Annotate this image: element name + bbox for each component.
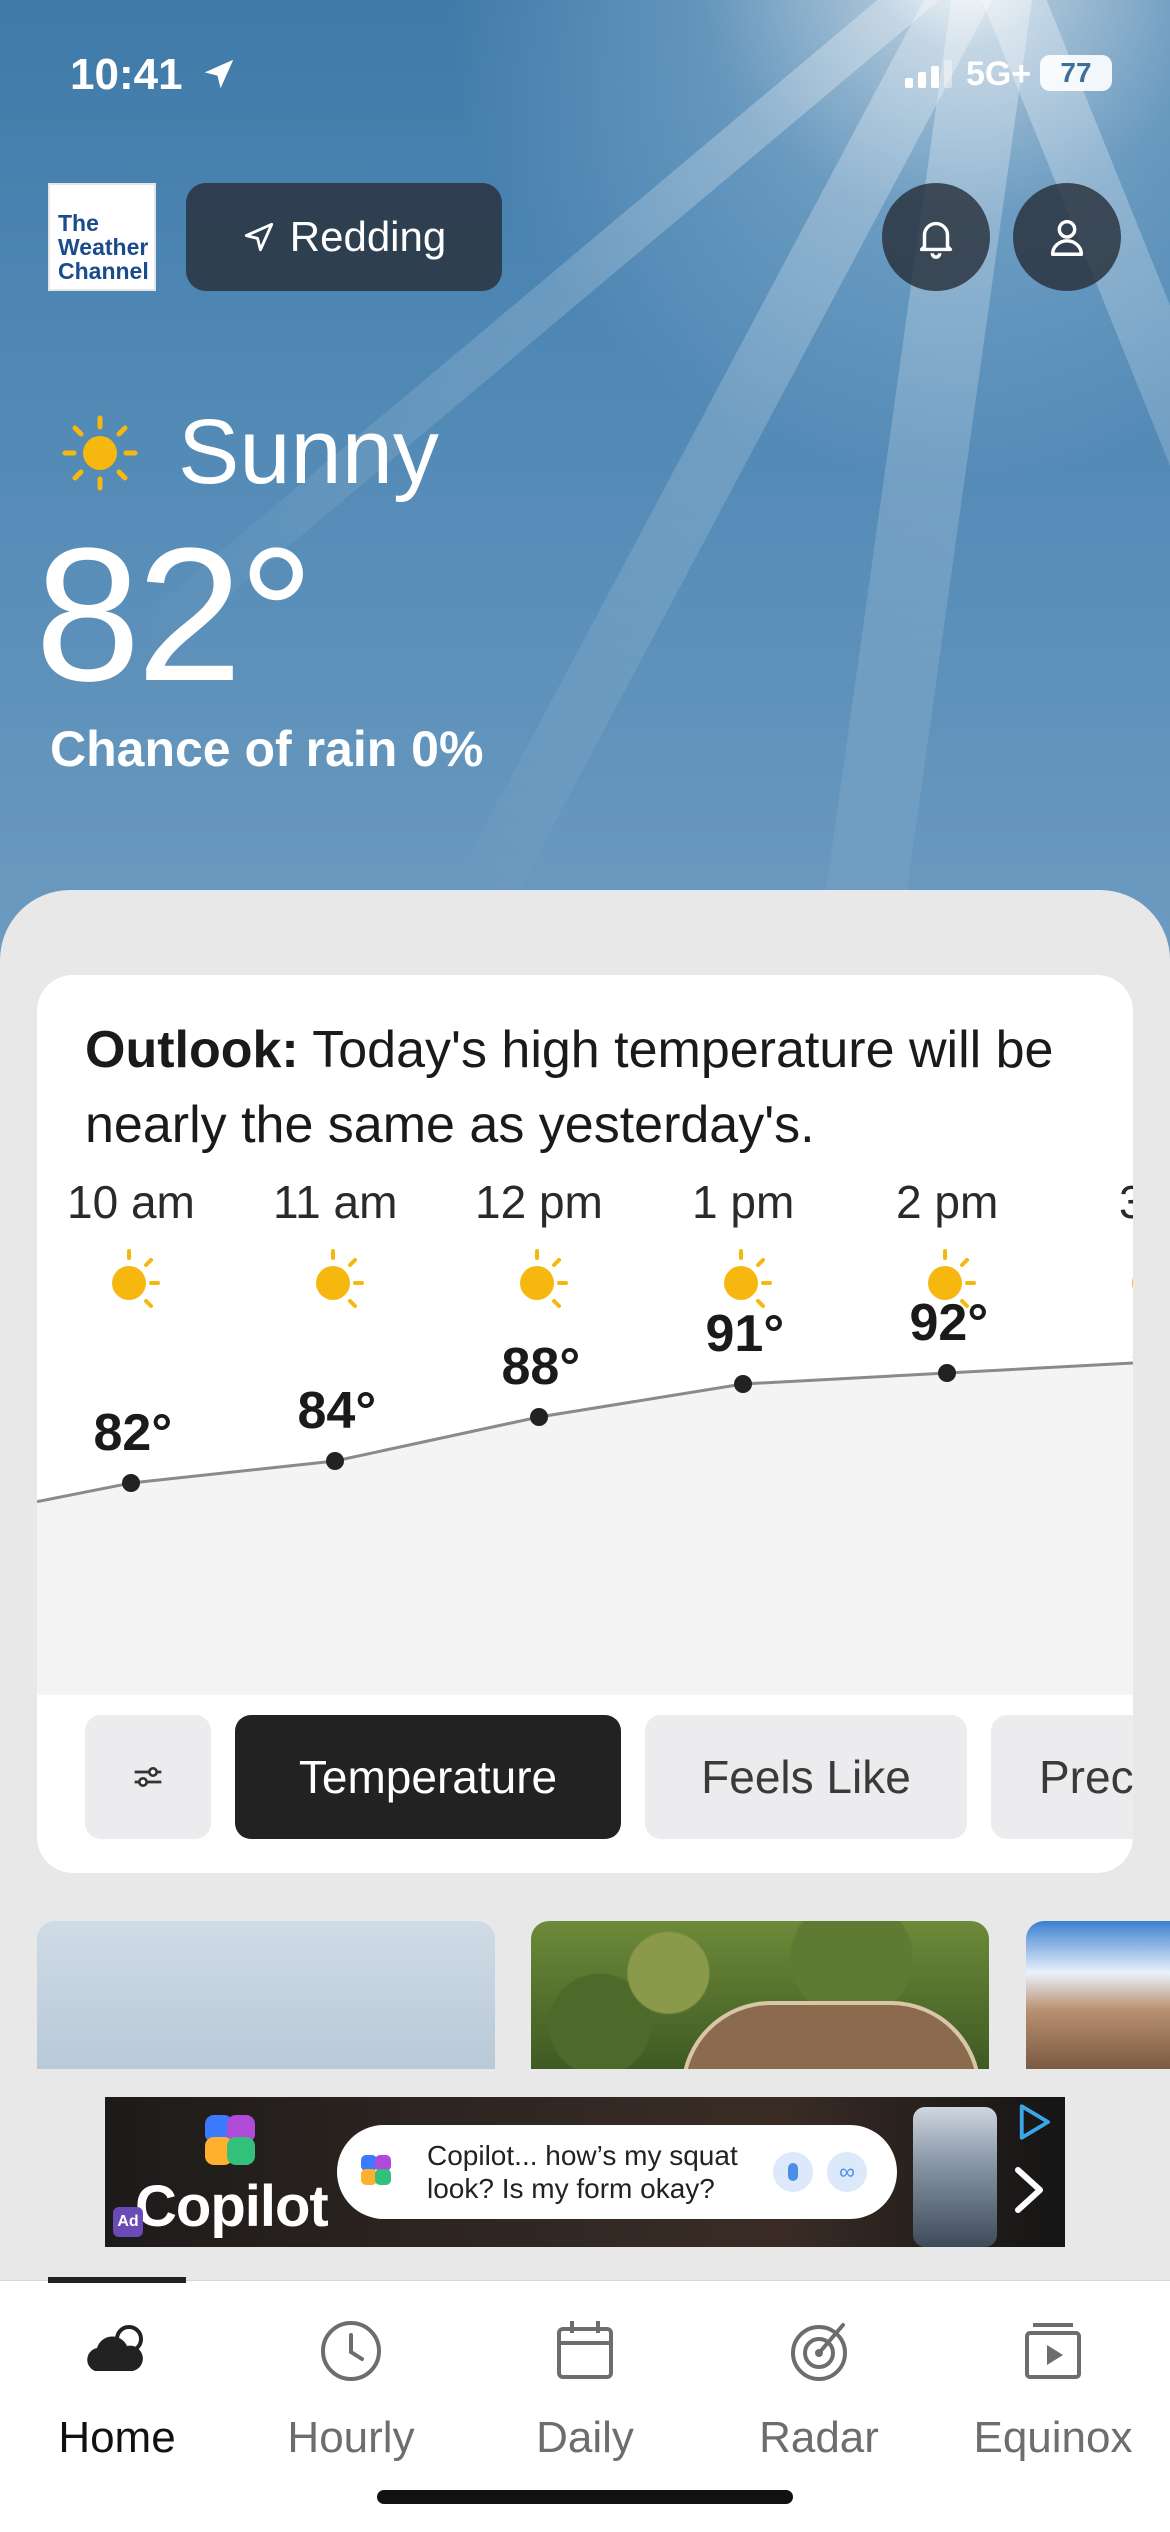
sliders-icon	[134, 1767, 162, 1788]
hour-label: 1 pm	[692, 1176, 795, 1228]
ad-banner[interactable]: Copilot Ad Copilot... how’s my squat loo…	[105, 2097, 1065, 2247]
temperature-point	[734, 1375, 752, 1393]
chip-temperature[interactable]: Temperature	[235, 1715, 621, 1839]
hour-label: 2 pm	[896, 1176, 999, 1228]
weather-channel-logo[interactable]: The Weather Channel	[48, 183, 156, 291]
hour-temperature: 91°	[705, 1305, 785, 1363]
sun-icon	[1132, 1277, 1133, 1289]
trend-area	[37, 1356, 1133, 1695]
rain-chance: Chance of rain 0%	[50, 721, 484, 777]
status-bar: 10:41 5G+ 77	[0, 0, 1170, 140]
location-name: Redding	[289, 213, 447, 260]
calendar-icon	[557, 2321, 613, 2379]
ad-prompt-bubble: Copilot... how’s my squat look? Is my fo…	[337, 2125, 897, 2219]
hour-label: 3	[1119, 1176, 1133, 1228]
tab-label: Radar	[759, 2413, 879, 2462]
video-thumbnail-sky[interactable]	[37, 1921, 495, 2069]
tab-daily[interactable]: Daily	[468, 2311, 702, 2501]
signal-icon	[905, 60, 952, 88]
tab-home[interactable]: Home	[0, 2311, 234, 2501]
notifications-button[interactable]	[882, 183, 990, 291]
battery-icon: 77	[1040, 55, 1112, 91]
hour-label: 11 am	[273, 1176, 398, 1228]
hour-label: 10 am	[67, 1176, 195, 1228]
cloud-icon	[87, 2325, 143, 2371]
temperature-point	[122, 1474, 140, 1492]
location-arrow-icon	[244, 222, 273, 252]
condition-text: Sunny	[178, 401, 439, 503]
ad-brand: Copilot	[135, 2174, 329, 2239]
profile-button[interactable]	[1013, 183, 1121, 291]
chevron-right-icon	[1015, 2167, 1043, 2213]
sun-icon	[112, 1249, 160, 1308]
play-video-icon	[1025, 2323, 1081, 2379]
tab-hourly[interactable]: Hourly	[234, 2311, 468, 2501]
status-time: 10:41	[70, 50, 183, 99]
ad-bubble-text: Copilot... how’s my squat look? Is my fo…	[427, 2140, 738, 2204]
logo-text: The Weather Channel	[58, 210, 149, 284]
current-condition: Sunny	[60, 400, 439, 505]
video-thumbnail-landscape[interactable]	[1026, 1921, 1170, 2069]
filter-button[interactable]	[85, 1715, 211, 1839]
bell-icon	[919, 221, 953, 259]
location-services-icon	[204, 59, 234, 89]
hour-temperature: 88°	[501, 1338, 581, 1396]
video-thumbnail-trees[interactable]	[531, 1921, 989, 2069]
network-type: 5G+	[966, 55, 1032, 93]
ad-person-image	[913, 2107, 997, 2247]
microphone-icon	[773, 2152, 813, 2192]
hour-temperature: 92°	[909, 1294, 989, 1352]
radar-icon	[791, 2323, 847, 2381]
hourly-forecast[interactable]: 10 am82°11 am84°12 pm88°1 pm91°2 pm92°39	[37, 1175, 1133, 1695]
profile-icon	[1050, 219, 1084, 256]
hour-label: 12 pm	[475, 1176, 603, 1228]
tab-label: Hourly	[287, 2413, 415, 2462]
tab-label: Daily	[536, 2413, 634, 2462]
temperature-point	[326, 1452, 344, 1470]
clock-icon	[321, 2321, 381, 2381]
tab-equinox[interactable]: Equinox	[936, 2311, 1170, 2501]
outlook-text: Outlook: Today's high temperature will b…	[85, 1013, 1085, 1163]
tab-label: Home	[58, 2413, 176, 2462]
home-indicator	[377, 2490, 793, 2504]
sun-icon	[316, 1249, 364, 1308]
tab-radar[interactable]: Radar	[702, 2311, 936, 2501]
location-button[interactable]: Redding	[186, 183, 502, 291]
active-tab-indicator	[48, 2277, 186, 2283]
sun-icon	[520, 1249, 568, 1308]
adchoices-icon	[1019, 2104, 1050, 2140]
copilot-logo-icon	[205, 2115, 255, 2165]
tab-label: Equinox	[973, 2413, 1133, 2462]
hour-temperature: 82°	[93, 1404, 173, 1462]
outlook-card[interactable]: Outlook: Today's high temperature will b…	[37, 975, 1133, 1873]
outlook-label: Outlook:	[85, 1021, 299, 1079]
current-temperature: 82°	[35, 509, 314, 721]
copilot-small-icon	[361, 2155, 391, 2185]
chip-feels-like[interactable]: Feels Like	[645, 1715, 967, 1839]
hour-temperature: 84°	[297, 1382, 377, 1440]
voice-icon: ∞	[827, 2152, 867, 2192]
ad-badge: Ad	[113, 2207, 143, 2237]
chip-precipitation[interactable]: Prec	[991, 1715, 1133, 1839]
temperature-point	[530, 1408, 548, 1426]
sun-icon	[62, 415, 138, 490]
temperature-point	[938, 1364, 956, 1382]
